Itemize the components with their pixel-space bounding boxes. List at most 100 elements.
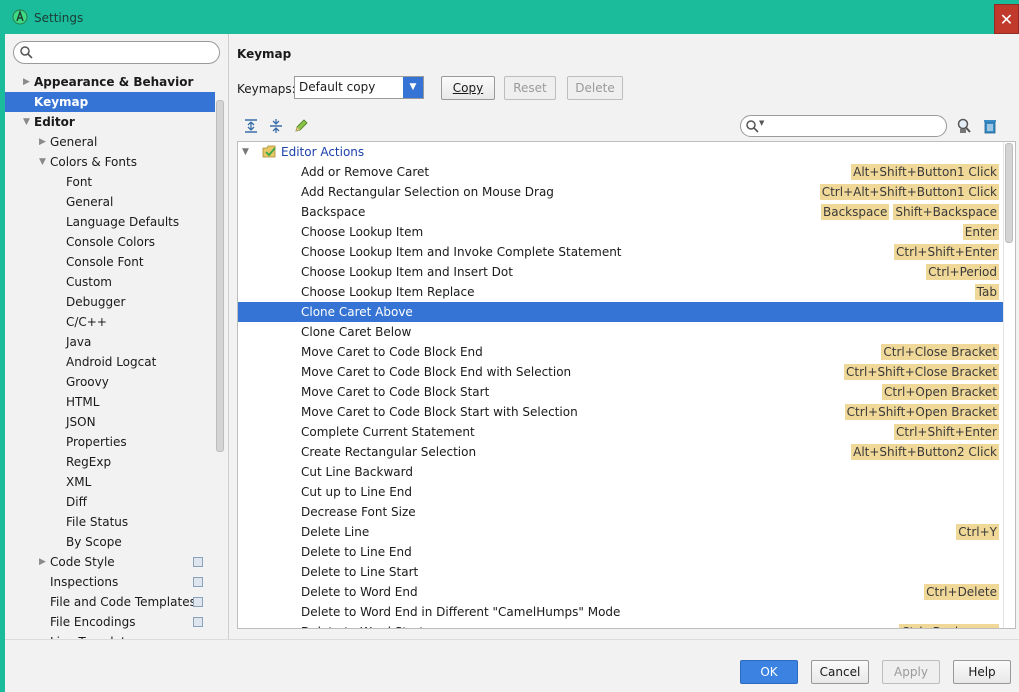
sidebar-item-label: General	[50, 135, 98, 149]
sidebar-item-file-encodings[interactable]: File Encodings	[5, 612, 215, 632]
clear-icon[interactable]	[982, 118, 998, 134]
action-row[interactable]: Add or Remove Caret Alt+Shift+Button1 Cli…	[238, 162, 1003, 182]
delete-button[interactable]: Delete	[567, 76, 623, 100]
sidebar-item-label: By Scope	[66, 535, 122, 549]
collapse-all-icon[interactable]	[268, 118, 284, 134]
keymap-panel: Keymap Keymaps: Default copy ▼ Copy Rese…	[230, 34, 1019, 639]
action-row[interactable]: Choose Lookup Item Enter	[238, 222, 1003, 242]
sidebar-item-font[interactable]: Font	[5, 172, 215, 192]
sidebar-item-diff[interactable]: Diff	[5, 492, 215, 512]
action-row[interactable]: Move Caret to Code Block End Ctrl+Close B…	[238, 342, 1003, 362]
sidebar-item-inspections[interactable]: Inspections	[5, 572, 215, 592]
reset-button[interactable]: Reset	[504, 76, 556, 100]
action-label: Move Caret to Code Block Start with Sele…	[301, 405, 578, 419]
action-row[interactable]: Clone Caret Above	[238, 302, 1003, 322]
search-options-chevron-icon[interactable]: ▼	[759, 119, 764, 127]
sidebar-item-label: XML	[66, 475, 92, 489]
shortcut-badge: Ctrl+Backspace	[899, 624, 999, 628]
action-row[interactable]: Delete to Word End in Different "CamelHu…	[238, 602, 1003, 622]
action-row[interactable]: Move Caret to Code Block Start Ctrl+Open …	[238, 382, 1003, 402]
action-row[interactable]: Choose Lookup Item and Invoke Complete S…	[238, 242, 1003, 262]
expand-all-icon[interactable]	[243, 118, 259, 134]
ok-button[interactable]: OK	[740, 660, 798, 684]
action-row[interactable]: Decrease Font Size	[238, 502, 1003, 522]
sidebar-item-label: Keymap	[34, 95, 89, 109]
action-row[interactable]: Add Rectangular Selection on Mouse Drag C…	[238, 182, 1003, 202]
action-row[interactable]: Choose Lookup Item Replace Tab	[238, 282, 1003, 302]
sidebar-item-editor[interactable]: ▼ Editor	[5, 112, 215, 132]
action-row[interactable]: Delete to Line Start	[238, 562, 1003, 582]
action-row[interactable]: Backspace Backspace Shift+Backspace	[238, 202, 1003, 222]
keymaps-label: Keymaps:	[237, 82, 296, 96]
close-button[interactable]: ✕	[994, 4, 1019, 34]
sidebar-item-by-scope[interactable]: By Scope	[5, 532, 215, 552]
settings-search-input[interactable]	[38, 45, 213, 61]
sidebar-item-xml[interactable]: XML	[5, 472, 215, 492]
action-row[interactable]: Choose Lookup Item and Insert Dot Ctrl+Pe…	[238, 262, 1003, 282]
edit-icon[interactable]	[293, 118, 309, 134]
sidebar-item-c-c[interactable]: C/C++	[5, 312, 215, 332]
sidebar-item-general[interactable]: General	[5, 192, 215, 212]
sidebar-item-label: File and Code Templates	[50, 595, 196, 609]
action-row[interactable]: Delete to Word End Ctrl+Delete	[238, 582, 1003, 602]
sidebar-item-console-colors[interactable]: Console Colors	[5, 232, 215, 252]
copy-button[interactable]: Copy	[441, 76, 495, 100]
sidebar-item-groovy[interactable]: Groovy	[5, 372, 215, 392]
action-label: Delete to Word Start	[301, 622, 424, 628]
sidebar-item-label: Diff	[66, 495, 87, 509]
collapsed-arrow-icon[interactable]: ▶	[39, 552, 49, 572]
group-row-editor-actions[interactable]: ▼ Editor Actions	[238, 142, 1003, 162]
list-scrollbar[interactable]	[1003, 142, 1015, 628]
sidebar-item-json[interactable]: JSON	[5, 412, 215, 432]
cancel-button[interactable]: Cancel	[811, 660, 869, 684]
sidebar-item-general[interactable]: ▶ General	[5, 132, 215, 152]
sidebar-item-java[interactable]: Java	[5, 332, 215, 352]
collapsed-arrow-icon[interactable]: ▶	[39, 132, 49, 152]
action-row[interactable]: Clone Caret Below	[238, 322, 1003, 342]
find-shortcut-icon[interactable]	[956, 118, 972, 134]
chevron-down-icon[interactable]: ▼	[403, 77, 423, 98]
expand-arrow-icon[interactable]: ▼	[242, 142, 249, 162]
sidebar-item-file-status[interactable]: File Status	[5, 512, 215, 532]
sidebar-item-code-style[interactable]: ▶ Code Style	[5, 552, 215, 572]
sidebar-item-android-logcat[interactable]: Android Logcat	[5, 352, 215, 372]
sidebar-item-label: General	[66, 195, 114, 209]
list-scrollbar-thumb[interactable]	[1005, 143, 1013, 243]
action-row[interactable]: Delete Line Ctrl+Y	[238, 522, 1003, 542]
android-studio-icon	[12, 9, 28, 25]
action-row[interactable]: Cut up to Line End	[238, 482, 1003, 502]
sidebar-item-live-templates[interactable]: Live Templates	[5, 632, 215, 639]
sidebar-scrollbar[interactable]	[216, 100, 224, 452]
sidebar-item-custom[interactable]: Custom	[5, 272, 215, 292]
keymap-filter-search[interactable]: ▼	[740, 115, 947, 137]
expanded-arrow-icon[interactable]: ▼	[39, 152, 49, 172]
action-row[interactable]: Move Caret to Code Block Start with Sele…	[238, 402, 1003, 422]
sidebar-item-language-defaults[interactable]: Language Defaults	[5, 212, 215, 232]
action-row[interactable]: Create Rectangular Selection Alt+Shift+Bu…	[238, 442, 1003, 462]
sidebar-item-appearance-behavior[interactable]: ▶ Appearance & Behavior	[5, 72, 215, 92]
sidebar-item-properties[interactable]: Properties	[5, 432, 215, 452]
settings-search[interactable]	[13, 41, 220, 64]
sidebar-item-console-font[interactable]: Console Font	[5, 252, 215, 272]
sidebar-item-keymap[interactable]: Keymap	[5, 92, 215, 112]
action-row[interactable]: Complete Current Statement Ctrl+Shift+Ent…	[238, 422, 1003, 442]
action-row[interactable]: Cut Line Backward	[238, 462, 1003, 482]
sidebar-item-debugger[interactable]: Debugger	[5, 292, 215, 312]
sidebar-item-regexp[interactable]: RegExp	[5, 452, 215, 472]
folder-icon	[262, 145, 276, 158]
sidebar-item-label: File Encodings	[50, 615, 136, 629]
help-button[interactable]: Help	[953, 660, 1011, 684]
sidebar-item-colors-fonts[interactable]: ▼ Colors & Fonts	[5, 152, 215, 172]
sidebar-item-html[interactable]: HTML	[5, 392, 215, 412]
sidebar-item-file-and-code-templates[interactable]: File and Code Templates	[5, 592, 215, 612]
expanded-arrow-icon[interactable]: ▼	[23, 112, 33, 132]
keymap-dropdown[interactable]: Default copy ▼	[294, 76, 424, 99]
shortcut-badge: Backspace	[820, 204, 890, 220]
action-row[interactable]: Delete to Line End	[238, 542, 1003, 562]
apply-button[interactable]: Apply	[882, 660, 940, 684]
collapsed-arrow-icon[interactable]: ▶	[23, 72, 33, 92]
project-scope-icon	[193, 617, 203, 627]
sidebar-item-label: C/C++	[66, 315, 107, 329]
action-row[interactable]: Move Caret to Code Block End with Select…	[238, 362, 1003, 382]
action-row[interactable]: Delete to Word Start Ctrl+Backspace	[238, 622, 1003, 628]
